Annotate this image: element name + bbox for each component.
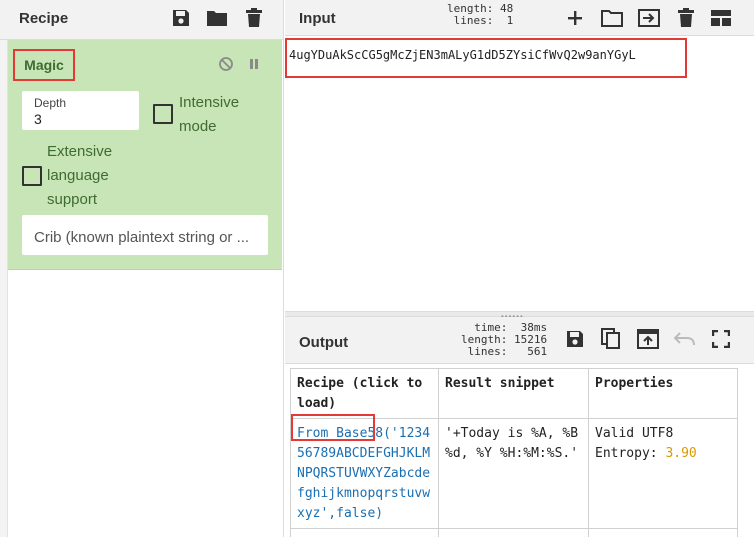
save-icon[interactable]: [170, 7, 192, 29]
save-output-icon[interactable]: [564, 328, 586, 350]
entropy-value: 3.90: [665, 446, 697, 461]
pause-icon[interactable]: [246, 56, 262, 72]
col-header-snippet: Result snippet: [438, 368, 589, 419]
input-text[interactable]: 4ugYDuAkScCG5gMcZjEN3mALyG1dD5ZYsiCfWvQ2…: [289, 48, 636, 62]
layout-icon[interactable]: [710, 7, 732, 29]
recipe-highlight: [291, 414, 375, 441]
output-stats: time: 38ms length: 15216 lines: 561: [461, 321, 548, 358]
magic-operation[interactable]: Magic Depth 3 Intensive mode Extensive l…: [8, 40, 282, 270]
col-header-properties: Properties: [588, 368, 738, 419]
properties-cell: Matching: [588, 528, 738, 537]
input-textarea[interactable]: 4ugYDuAkScCG5gMcZjEN3mALyG1dD5ZYsiCfWvQ2…: [285, 36, 754, 311]
properties-cell: Valid UTF8 Entropy: 3.90: [588, 418, 738, 529]
intensive-mode-checkbox[interactable]: [153, 104, 173, 124]
open-file-icon[interactable]: [638, 7, 660, 29]
add-input-icon[interactable]: [564, 7, 586, 29]
snippet-cell: '+Today is %A, %B %d, %Y %H:%M:%S.': [438, 418, 589, 529]
snippet-cell: 4ugYDuAkScCG5gMcZ: [438, 528, 589, 537]
open-folder-icon[interactable]: [601, 7, 623, 29]
recipe-header: Recipe: [0, 0, 284, 40]
undo-icon[interactable]: [674, 328, 696, 350]
recipe-cell: [290, 528, 439, 537]
trash-icon[interactable]: [243, 7, 265, 29]
clear-input-icon[interactable]: [675, 7, 697, 29]
intensive-mode-label: Intensive mode: [179, 94, 240, 135]
table-row: 4ugYDuAkScCG5gMcZ Matching: [290, 528, 738, 537]
extensive-language-checkbox[interactable]: [22, 166, 42, 186]
depth-field[interactable]: Depth 3: [22, 91, 139, 130]
depth-label: Depth: [34, 96, 67, 110]
crib-input[interactable]: Crib (known plaintext string or ...: [22, 215, 268, 255]
extensive-language-label: Extensive language support: [47, 143, 113, 208]
operation-title: Magic: [13, 49, 75, 81]
col-header-recipe: Recipe (click to load): [290, 368, 439, 419]
replace-input-icon[interactable]: [637, 328, 659, 350]
input-title: Input: [299, 10, 336, 27]
output-panel: Recipe (click to load) Result snippet Pr…: [285, 364, 754, 537]
input-stats: length: 48 lines: 1: [447, 2, 514, 27]
recipe-margin: [0, 40, 8, 537]
recipe-title: Recipe: [19, 10, 69, 27]
output-header: Output time: 38ms length: 15216 lines: 5…: [285, 317, 754, 364]
maximize-icon[interactable]: [710, 328, 732, 350]
table-header-row: Recipe (click to load) Result snippet Pr…: [290, 368, 738, 419]
magic-results-table: Recipe (click to load) Result snippet Pr…: [290, 368, 738, 537]
copy-icon[interactable]: [600, 328, 622, 350]
input-header: Input length: 48 lines: 1: [285, 0, 754, 36]
folder-icon[interactable]: [206, 7, 228, 29]
depth-value[interactable]: 3: [34, 111, 42, 127]
output-title: Output: [299, 334, 349, 351]
disable-icon[interactable]: [218, 56, 234, 72]
